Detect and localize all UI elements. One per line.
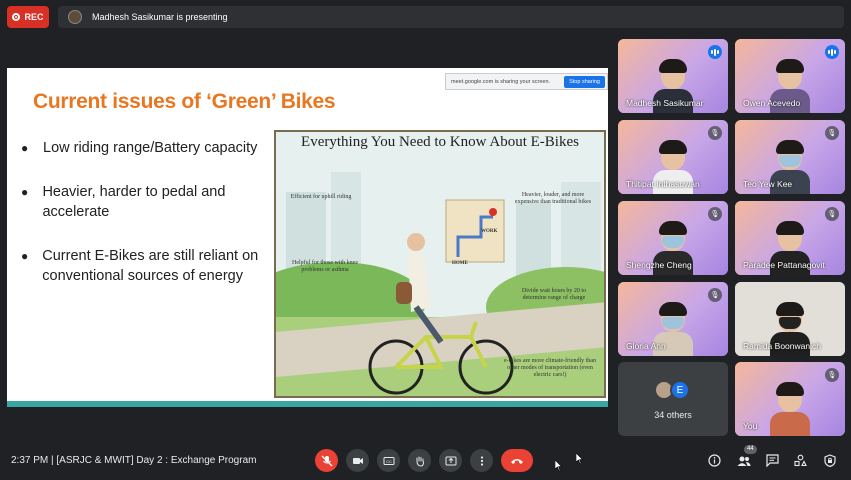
mic-off-icon: 🎙: [825, 207, 839, 221]
rec-label: REC: [24, 12, 44, 22]
slide-title: Current issues of ‘Green’ Bikes: [33, 90, 336, 113]
infographic-title: Everything You Need to Know About E-Bike…: [301, 134, 579, 150]
presenting-text: Madhesh Sasikumar is presenting: [92, 12, 228, 22]
participant-tile[interactable]: 🎙 Paradee Pattanagovit: [735, 201, 845, 275]
bullet-text: Low riding range/Battery capacity: [43, 140, 258, 156]
raise-hand-button[interactable]: [408, 449, 431, 472]
present-icon: [445, 456, 456, 465]
people-icon: [737, 456, 750, 466]
others-count: 34 others: [654, 410, 692, 420]
camera-toggle-button[interactable]: [346, 449, 369, 472]
slide-footer-bar: [7, 401, 608, 407]
mouse-cursor-icon: [576, 453, 584, 465]
camera-icon: [352, 457, 363, 464]
mouse-cursor-icon: [555, 460, 563, 472]
bullet-dot: ●: [21, 185, 29, 199]
share-banner: meet.google.com is sharing your screen. …: [445, 73, 608, 90]
more-options-button[interactable]: [470, 449, 493, 472]
participant-name: You: [743, 421, 758, 431]
activities-button[interactable]: [792, 452, 809, 469]
mic-off-icon: 🎙: [708, 207, 722, 221]
map-label-home: HOME: [452, 261, 468, 266]
presenting-bar[interactable]: Madhesh Sasikumar is presenting: [58, 6, 844, 28]
mic-off-icon: 🎙: [708, 126, 722, 140]
meet-window: REC Madhesh Sasikumar is presenting meet…: [0, 0, 851, 480]
speaking-icon: [708, 45, 722, 59]
mic-off-icon: 🎙: [708, 288, 722, 302]
participant-name: Owen Acevedo: [743, 98, 801, 108]
infographic-note: Divide watt hours by 20 to determine ran…: [521, 288, 587, 301]
mic-off-icon: 🎙: [825, 126, 839, 140]
infographic-note: Efficient for uphill riding: [290, 194, 352, 200]
record-icon: [12, 13, 21, 21]
presenter-avatar: [68, 10, 82, 24]
mic-toggle-button[interactable]: [315, 449, 338, 472]
bullet-item: ● Heavier, harder to pedal and accelerat…: [21, 182, 279, 222]
present-button[interactable]: [439, 449, 462, 472]
info-icon: [708, 454, 721, 467]
speaking-icon: [825, 45, 839, 59]
captions-icon: CC: [383, 456, 394, 465]
shared-screen: meet.google.com is sharing your screen. …: [7, 68, 608, 407]
mic-off-icon: 🎙: [825, 368, 839, 382]
chat-icon: [766, 454, 779, 467]
host-controls-button[interactable]: [821, 452, 838, 469]
captions-button[interactable]: CC: [377, 449, 400, 472]
meeting-info: 2:37 PM | [ASRJC & MWIT] Day 2 : Exchang…: [11, 455, 257, 466]
infographic-note: Helpful for those with knee problems or …: [292, 260, 358, 273]
others-tile[interactable]: E 34 others: [618, 362, 728, 436]
bullet-text: Heavier, harder to pedal and accelerate: [42, 184, 226, 220]
chat-button[interactable]: [764, 452, 781, 469]
more-vert-icon: [480, 455, 483, 466]
hand-icon: [416, 456, 424, 467]
shield-lock-icon: [823, 454, 836, 467]
people-button[interactable]: [735, 452, 752, 469]
participant-name: Thitipat Inthasuwan: [626, 179, 700, 189]
people-count-badge: 44: [744, 445, 757, 454]
share-banner-text: meet.google.com is sharing your screen.: [451, 78, 551, 85]
stop-sharing-button[interactable]: Stop sharing: [564, 76, 605, 88]
participant-name: Ramida Boonwanich: [743, 341, 821, 351]
participant-avatar: E: [670, 380, 690, 400]
shapes-icon: [794, 454, 807, 467]
participant-name: Madhesh Sasikumar: [626, 98, 704, 108]
participant-name: Gloria Ann: [626, 341, 666, 351]
hang-up-icon: [511, 458, 523, 464]
self-tile[interactable]: 🎙 You: [735, 362, 845, 436]
participant-tile[interactable]: 🎙 Gloria Ann: [618, 282, 728, 356]
participant-tile[interactable]: Madhesh Sasikumar: [618, 39, 728, 113]
svg-text:CC: CC: [386, 459, 392, 464]
ebike-infographic: Everything You Need to Know About E-Bike…: [274, 130, 606, 398]
leave-call-button[interactable]: [501, 449, 533, 472]
bullet-item: ● Current E-Bikes are still reliant on c…: [21, 246, 279, 286]
participant-tile[interactable]: 🎙 Teo Yew Kee: [735, 120, 845, 194]
infographic-note: e-bikes are more climate-friendly than o…: [504, 358, 596, 378]
meeting-details-button[interactable]: [706, 452, 723, 469]
recording-badge[interactable]: REC: [7, 6, 49, 28]
bullet-list: ● Low riding range/Battery capacity ● He…: [21, 138, 279, 310]
mic-off-icon: [321, 455, 332, 466]
bullet-dot: ●: [21, 249, 29, 263]
participant-name: Paradee Pattanagovit: [743, 260, 825, 270]
bullet-item: ● Low riding range/Battery capacity: [21, 138, 279, 158]
participant-tile[interactable]: Owen Acevedo: [735, 39, 845, 113]
bullet-dot: ●: [21, 141, 29, 155]
participant-tile[interactable]: 🎙 Thitipat Inthasuwan: [618, 120, 728, 194]
infographic-note: Heavier, louder, and more expensive than…: [514, 192, 592, 205]
map-label-work: WORK: [481, 229, 498, 234]
participant-tile[interactable]: Ramida Boonwanich: [735, 282, 845, 356]
participant-name: Teo Yew Kee: [743, 179, 793, 189]
participant-name: Shengzhe Cheng: [626, 260, 692, 270]
self-video: [770, 382, 810, 436]
participant-tile[interactable]: 🎙 Shengzhe Cheng: [618, 201, 728, 275]
bullet-text: Current E-Bikes are still reliant on con…: [42, 248, 259, 284]
